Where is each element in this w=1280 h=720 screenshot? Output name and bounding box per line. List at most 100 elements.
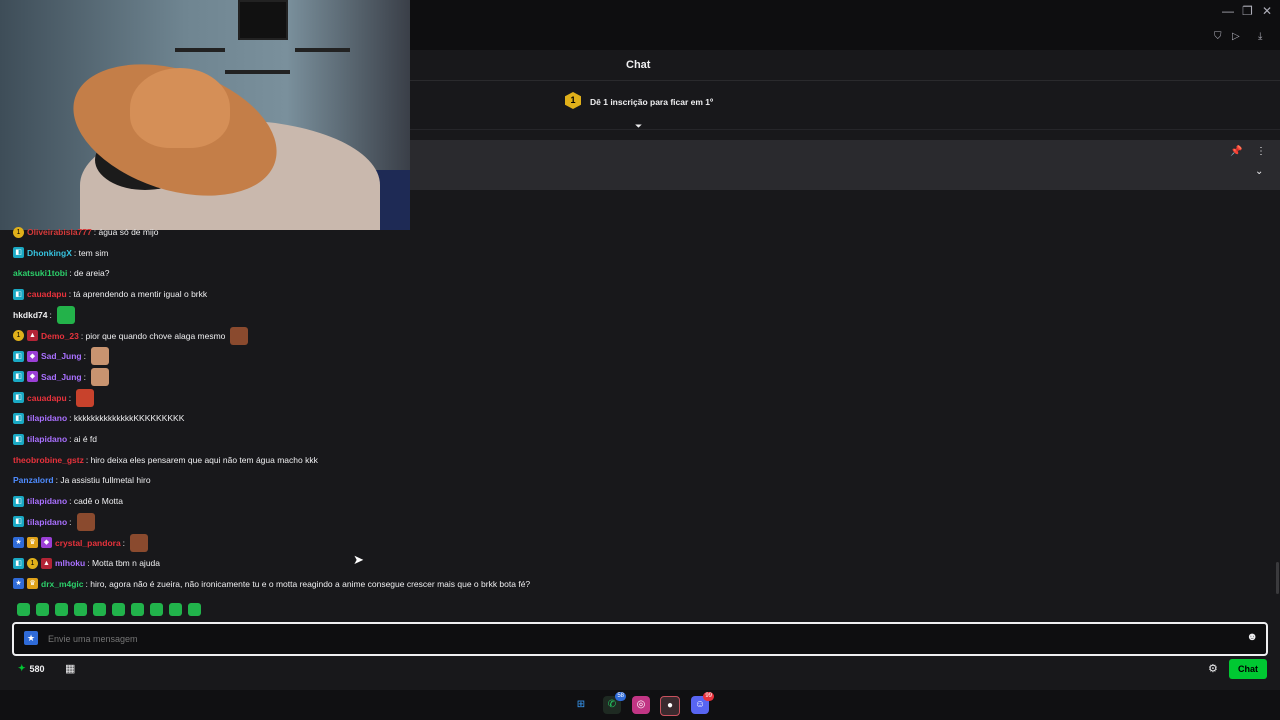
top-bar: — ❐ ✕ ⛉ ▷ ⤓ <box>410 0 1280 50</box>
send-chat-button[interactable]: Chat <box>1229 659 1267 679</box>
chat-scrollbar[interactable] <box>1276 562 1279 594</box>
subscription-leaderboard[interactable]: 1 Dê 1 inscrição para ficar em 1º ⏷ <box>410 81 1280 132</box>
gold-badge-icon[interactable]: 1 <box>27 557 38 569</box>
red-badge-icon[interactable]: ▲ <box>41 557 52 569</box>
more-options-icon[interactable]: ⋮ <box>1256 146 1266 157</box>
chat-message-text: : hiro deixa eles pensarem que aqui não … <box>85 454 318 465</box>
sub-badge-icon[interactable]: ◧ <box>13 433 24 445</box>
emote-quick-bar <box>17 603 201 616</box>
chat-username[interactable]: Panzalord <box>13 475 54 485</box>
chat-username[interactable]: akatsuki1tobi <box>13 268 67 278</box>
discord-icon[interactable]: ☺ 99 <box>691 692 714 714</box>
webcam-shelf <box>295 48 350 52</box>
sub-badge-icon[interactable]: ◧ <box>13 516 24 528</box>
sub-badge-icon[interactable]: ◧ <box>13 412 24 424</box>
sub-badge-icon[interactable]: ◧ <box>13 392 24 404</box>
prime-badge-icon[interactable]: ★ <box>13 578 24 590</box>
chat-input[interactable] <box>46 629 1230 649</box>
chat-username[interactable]: mlhoku <box>55 558 85 568</box>
chat-username[interactable]: hkdkd74 <box>13 310 48 320</box>
sub-badge-icon[interactable]: ◧ <box>13 371 24 383</box>
minimize-button[interactable]: — <box>1222 4 1234 18</box>
red-badge-icon[interactable]: ▲ <box>27 330 38 341</box>
chat-message-text: : tem sim <box>73 247 109 258</box>
chat-message-text: : <box>49 309 52 320</box>
chat-username[interactable]: drx_m4gic <box>41 579 84 589</box>
crown-badge-icon[interactable]: ♛ <box>27 537 38 548</box>
emote-icon[interactable] <box>112 603 125 616</box>
restore-button[interactable]: ❐ <box>1242 4 1253 18</box>
emote-icon[interactable] <box>188 603 201 616</box>
sub-badge-icon[interactable]: ◧ <box>13 288 24 300</box>
chat-message: ◧ tilapidano: ai é fd <box>13 432 97 446</box>
emote-icon[interactable] <box>74 603 87 616</box>
chat-username[interactable]: tilapidano <box>27 413 67 423</box>
chat-username[interactable]: Sad_Jung <box>41 372 82 382</box>
chat-message: ◧ DhonkingX: tem sim <box>13 246 108 260</box>
chat-username[interactable]: DhonkingX <box>27 248 72 258</box>
sub-badge-icon[interactable]: ◧ <box>13 495 24 507</box>
emote-icon[interactable] <box>91 367 109 386</box>
emote-icon[interactable] <box>93 603 106 616</box>
emote-icon[interactable] <box>56 305 75 324</box>
gold-badge-icon[interactable]: 1 <box>13 330 24 341</box>
chat-username[interactable]: tilapidano <box>27 517 67 527</box>
chevron-down-icon[interactable]: ⌄ <box>1255 166 1263 177</box>
sub-badge-icon[interactable]: ◧ <box>13 350 24 362</box>
instagram-icon[interactable]: ◎ <box>632 696 650 714</box>
crown-badge-icon[interactable]: ♛ <box>27 578 38 590</box>
whatsapp-icon[interactable]: ✆ 58 <box>603 692 626 714</box>
emote-icon[interactable] <box>230 326 249 345</box>
emote-icon[interactable] <box>150 603 163 616</box>
chat-username[interactable]: crystal_pandora <box>55 538 121 548</box>
vip-badge-icon[interactable]: ◆ <box>27 371 38 383</box>
close-button[interactable]: ✕ <box>1262 4 1272 18</box>
chat-message: ◧ ◆ Sad_Jung: <box>13 347 109 366</box>
sub-prompt: Dê 1 inscrição para ficar em 1º <box>590 97 714 107</box>
chat-username[interactable]: Sad_Jung <box>41 351 82 361</box>
emote-icon[interactable] <box>130 533 149 552</box>
chat-message: Panzalord: Ja assistiu fullmetal hiro <box>13 473 151 487</box>
emote-icon[interactable] <box>91 347 109 366</box>
discord-badge: 99 <box>703 692 714 701</box>
collapse-arrow-icon[interactable]: ⏷ <box>635 121 642 132</box>
chat-username[interactable]: cauadapu <box>27 393 67 403</box>
pin-icon[interactable]: 📌 <box>1230 146 1242 157</box>
chat-message-text: : <box>83 351 86 362</box>
emote-icon[interactable] <box>169 603 182 616</box>
shop-icon[interactable]: ▦ <box>65 662 75 675</box>
emote-icon[interactable] <box>76 512 95 531</box>
chat-message-text: : tá aprendendo a mentir igual o brkk <box>68 289 208 300</box>
chat-username[interactable]: tilapidano <box>27 496 67 506</box>
windows-start-icon[interactable]: ⊞ <box>572 696 590 714</box>
sub-badge-icon[interactable]: ◧ <box>13 557 24 569</box>
prime-badge-icon[interactable]: ★ <box>13 537 24 548</box>
download-icon[interactable]: ⤓ <box>1258 31 1262 42</box>
chat-message: ◧ cauadapu: <box>13 388 95 407</box>
chat-username[interactable]: Oliveirabisla777 <box>27 227 92 237</box>
chat-username[interactable]: cauadapu <box>27 289 67 299</box>
shield-icon[interactable]: ⛉ <box>1214 31 1222 42</box>
emote-icon[interactable] <box>131 603 144 616</box>
sub-badge-icon[interactable]: ◧ <box>13 247 24 259</box>
chat-username[interactable]: tilapidano <box>27 434 67 444</box>
vip-badge-icon[interactable]: ◆ <box>27 350 38 362</box>
emote-icon[interactable] <box>76 388 95 407</box>
chat-username[interactable]: Demo_23 <box>41 331 79 341</box>
prime-badge-icon[interactable]: ★ <box>24 631 38 645</box>
webcam-shelf <box>175 48 225 52</box>
chat-message: ◧ ◆ Sad_Jung: <box>13 367 109 386</box>
emote-icon[interactable] <box>36 603 49 616</box>
gear-icon[interactable]: ⚙ <box>1208 662 1218 675</box>
emote-icon[interactable] <box>55 603 68 616</box>
vip-badge-icon[interactable]: ◆ <box>41 537 52 548</box>
chat-message: ◧ tilapidano: cadê o Motta <box>13 494 123 508</box>
channel-points[interactable]: ✦ 580 <box>18 663 45 674</box>
gold-badge-icon[interactable]: 1 <box>13 226 24 238</box>
chat-username[interactable]: theobrobine_gstz <box>13 455 84 465</box>
app-icon[interactable]: ● <box>660 696 680 716</box>
emoji-picker-icon[interactable]: ☻ <box>1246 631 1258 643</box>
chat-message: ★ ♛ ◆ crystal_pandora: <box>13 533 149 552</box>
send-icon[interactable]: ▷ <box>1232 31 1240 42</box>
emote-icon[interactable] <box>17 603 30 616</box>
